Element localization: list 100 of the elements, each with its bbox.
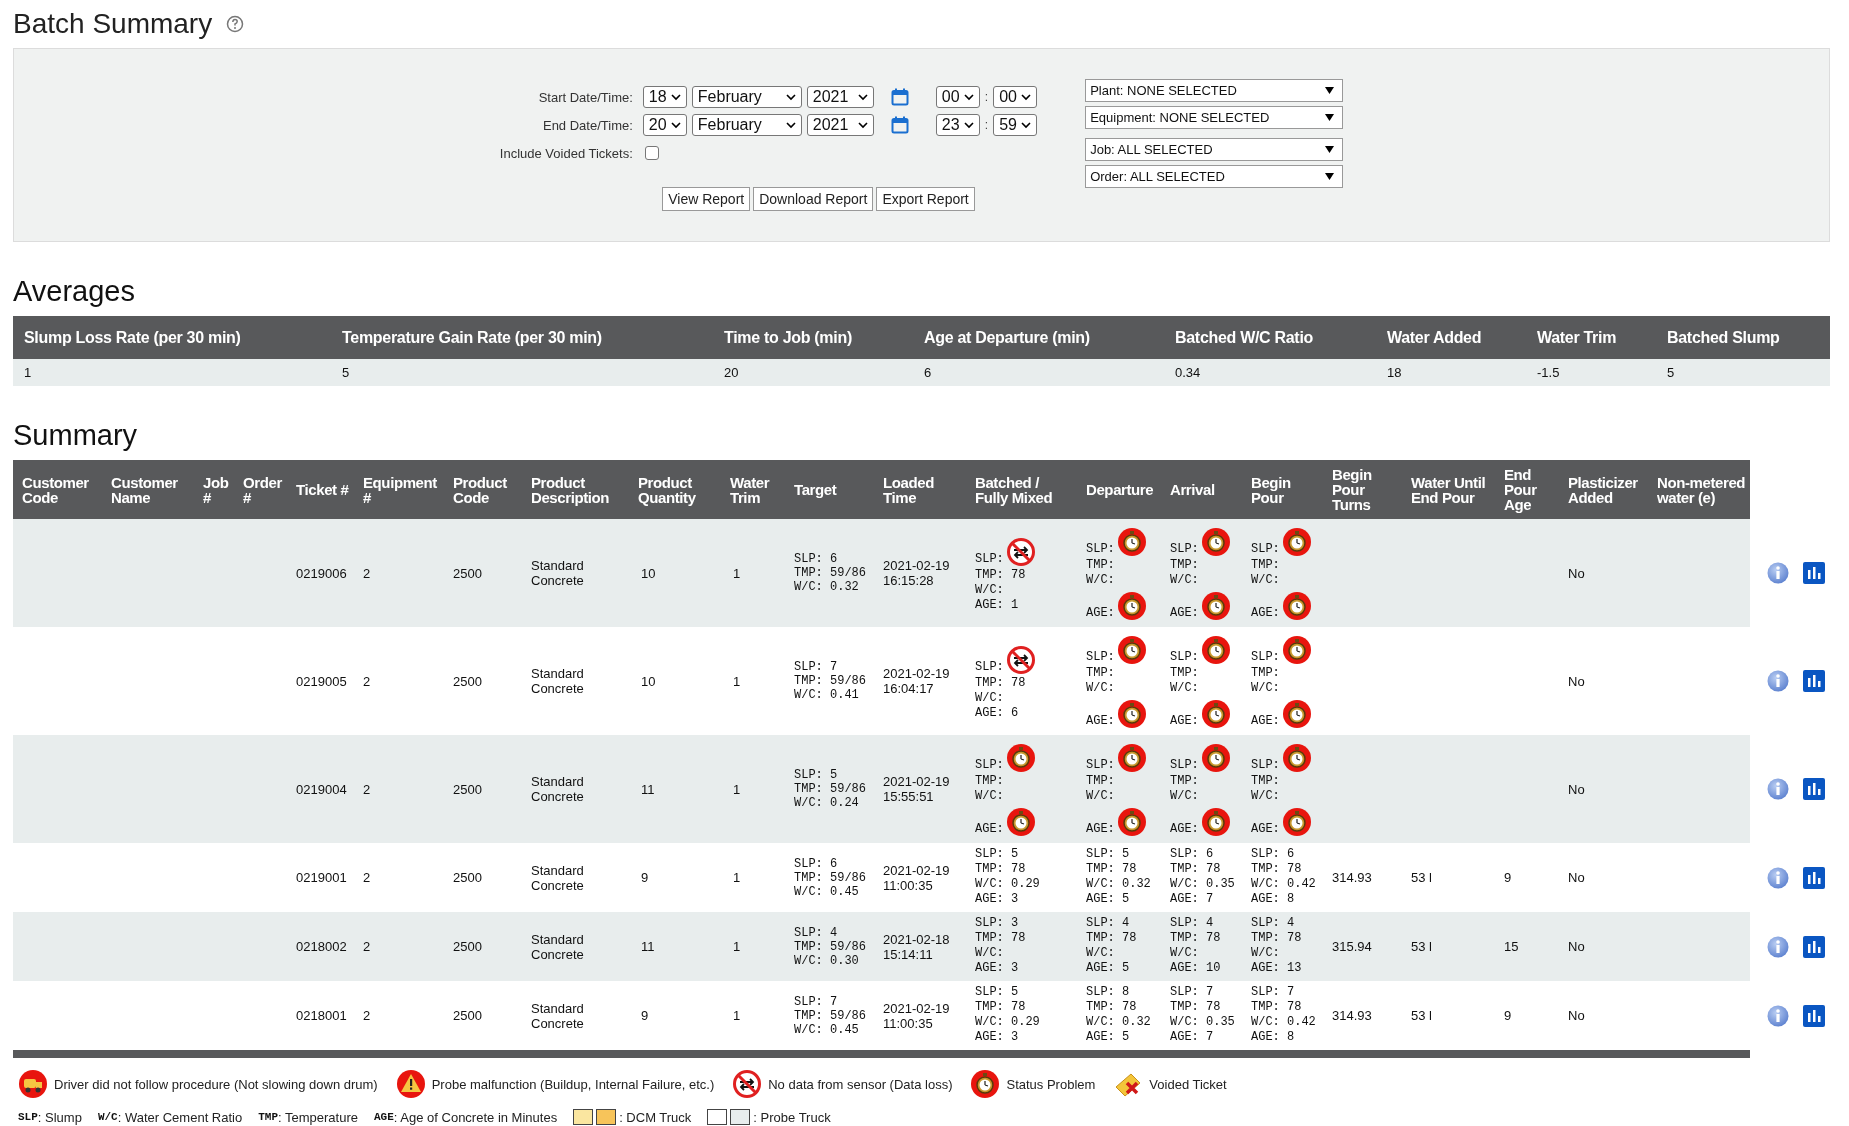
- section-title: Averages: [13, 274, 136, 309]
- chevron-icon: [785, 121, 796, 129]
- bar-chart-icon[interactable]: [1803, 562, 1825, 584]
- table-cell: 1: [733, 673, 741, 689]
- info-icon[interactable]: [1767, 1004, 1789, 1027]
- reading-line: TMP:: [1251, 666, 1280, 680]
- reading-line: W/C:: [1086, 681, 1115, 695]
- reading-line: AGE:: [1086, 714, 1115, 729]
- column-header: Batched / Fully Mixed: [966, 460, 1077, 519]
- info-icon[interactable]: [1767, 562, 1789, 584]
- time-separator: :: [984, 90, 989, 104]
- dropdown[interactable]: 00: [935, 86, 980, 108]
- reading-line: AGE:: [1251, 606, 1280, 621]
- reading-line: AGE: 7: [1170, 1030, 1214, 1044]
- column-header: Loaded Time: [874, 460, 966, 519]
- reading-line: SLP:: [1086, 542, 1115, 557]
- dropdown[interactable]: Plant: NONE SELECTED: [1085, 79, 1344, 102]
- dropdown[interactable]: Equipment: NONE SELECTED: [1085, 106, 1344, 129]
- bar-chart-icon[interactable]: [1803, 1004, 1825, 1027]
- reading-line: W/C: 0.32: [1086, 1015, 1151, 1029]
- info-icon[interactable]: [1767, 778, 1789, 800]
- reading-line: TMP: 59/86: [794, 674, 867, 688]
- column-header: Product Quantity: [629, 460, 721, 519]
- dropdown[interactable]: 23: [935, 114, 980, 136]
- table-cell: 0219001: [296, 870, 347, 885]
- reading-line: W/C:: [1086, 789, 1115, 803]
- dropdown[interactable]: Job: ALL SELECTED: [1085, 138, 1344, 161]
- legend-text: Probe malfunction (Buildup, Internal Failure, etc.): [431, 1076, 715, 1092]
- reading-line: SLP: 4: [1170, 916, 1214, 930]
- reading-line: SLP:: [1086, 758, 1115, 773]
- abbreviation: W/C: [97, 1111, 118, 1123]
- reading-line: SLP: 4: [794, 925, 839, 940]
- reading-line: SLP:: [1170, 758, 1199, 773]
- reading-line: W/C: 0.42: [1251, 877, 1316, 891]
- reading-line: SLP:: [975, 551, 1004, 567]
- stopwatch-icon: [970, 1069, 1001, 1099]
- bar-chart-icon[interactable]: [1803, 778, 1825, 800]
- reading-line: SLP: 7: [1251, 985, 1295, 999]
- table-cell: 6: [913, 359, 1164, 386]
- calendar-icon[interactable]: [890, 116, 909, 134]
- table-cell: No: [1568, 565, 1585, 581]
- column-header: Water Trim: [721, 460, 785, 519]
- report-button[interactable]: View Report: [662, 187, 751, 211]
- reading-line: TMP:: [1170, 558, 1199, 572]
- bar-chart-icon[interactable]: [1803, 866, 1825, 889]
- reading-line: W/C: 0.41: [794, 688, 860, 702]
- column-header: Order #: [234, 460, 287, 519]
- report-button[interactable]: Export Report: [876, 187, 975, 211]
- reading-line: SLP: 4: [1086, 916, 1130, 930]
- dropdown[interactable]: February: [691, 114, 802, 136]
- report-button[interactable]: Download Report: [753, 187, 874, 211]
- column-header: Slump Loss Rate (per 30 min): [13, 316, 331, 359]
- table-cell: 2: [363, 565, 371, 581]
- page-title: Batch Summary: [13, 8, 213, 40]
- calendar-icon[interactable]: [890, 88, 909, 106]
- reading-line: SLP: 5: [975, 985, 1019, 999]
- chevron-icon: [857, 93, 868, 101]
- reading-line: TMP: 78: [1086, 931, 1137, 945]
- reading-line: W/C: 0.35: [1170, 1015, 1235, 1029]
- bar-chart-icon[interactable]: [1803, 935, 1825, 958]
- dropdown[interactable]: 18: [642, 86, 687, 108]
- dropdown[interactable]: February: [691, 86, 802, 108]
- table-cell: 11: [641, 781, 655, 797]
- bar-chart-icon[interactable]: [1803, 670, 1825, 692]
- column-header: Plasticizer Added: [1559, 460, 1648, 519]
- dropdown[interactable]: Order: ALL SELECTED: [1085, 165, 1344, 188]
- table-cell: 2500: [453, 565, 482, 581]
- chevron-icon: [857, 121, 868, 129]
- dropdown[interactable]: 2021: [806, 86, 874, 108]
- color-swatch: [596, 1109, 617, 1125]
- table-cell: 18: [1376, 359, 1526, 386]
- dropdown[interactable]: 59: [993, 114, 1038, 136]
- reading-line: W/C:: [975, 789, 1004, 803]
- table-cell: 2: [363, 673, 371, 689]
- reading-line: SLP:: [975, 758, 1004, 773]
- column-header: Equipment #: [354, 460, 444, 519]
- help-icon[interactable]: [226, 15, 245, 33]
- reading-line: SLP: 8: [1086, 985, 1130, 999]
- table-cell: 2021-02-19 15:55:51: [883, 774, 950, 804]
- info-icon[interactable]: [1767, 935, 1789, 958]
- column-header: Water Trim: [1526, 316, 1656, 359]
- time-separator: :: [984, 118, 989, 132]
- table-cell: 20: [713, 359, 913, 386]
- info-icon[interactable]: [1767, 670, 1789, 692]
- dropdown[interactable]: 20: [642, 114, 687, 136]
- table-cell: 5: [1656, 359, 1830, 386]
- reading-line: W/C:: [1251, 573, 1280, 587]
- reading-line: W/C:: [975, 946, 1004, 960]
- dropdown[interactable]: 2021: [806, 114, 874, 136]
- table-cell: No: [1568, 781, 1585, 797]
- table-cell: 1: [733, 939, 741, 954]
- dropdown[interactable]: 00: [993, 86, 1038, 108]
- reading-line: SLP:: [1170, 650, 1199, 665]
- table-cell: 2021-02-19 16:15:28: [883, 558, 950, 588]
- checkbox[interactable]: [644, 146, 659, 160]
- table-cell: 2500: [453, 939, 482, 954]
- column-header: Departure: [1077, 460, 1161, 519]
- reading-line: AGE:: [1086, 822, 1115, 837]
- info-icon[interactable]: [1767, 866, 1789, 889]
- reading-line: W/C: 0.32: [1086, 877, 1151, 891]
